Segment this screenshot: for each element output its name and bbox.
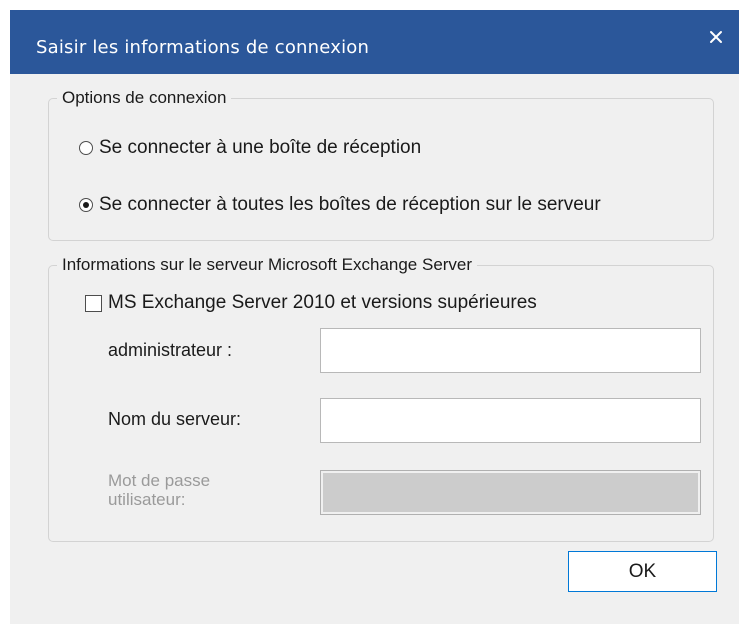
- connection-options-group: Options de connexion: [48, 87, 714, 241]
- password-input[interactable]: [320, 470, 701, 515]
- exchange-2010-checkbox[interactable]: [85, 294, 102, 312]
- radio-all-mailboxes-circle[interactable]: [79, 198, 93, 212]
- password-label: Mot de passe utilisateur:: [108, 471, 211, 509]
- radio-all-mailboxes-label: Se connecter à toutes les boîtes de réce…: [99, 194, 601, 215]
- exchange-2010-checkbox-row[interactable]: MS Exchange Server 2010 et versions supé…: [85, 292, 537, 314]
- exchange-2010-checkbox-label: MS Exchange Server 2010 et versions supé…: [108, 292, 537, 313]
- admin-input[interactable]: [320, 328, 701, 373]
- close-icon: [710, 31, 722, 43]
- exchange-server-legend: Informations sur le serveur Microsoft Ex…: [57, 254, 478, 276]
- dialog-title: Saisir les informations de connexion: [36, 37, 370, 58]
- dialog-titlebar: Saisir les informations de connexion: [10, 10, 739, 74]
- server-name-label: Nom du serveur:: [108, 409, 242, 429]
- ok-button[interactable]: OK: [568, 551, 717, 592]
- connection-options-legend: Options de connexion: [57, 87, 232, 109]
- connection-dialog: Saisir les informations de connexion Opt…: [10, 10, 739, 624]
- radio-all-mailboxes[interactable]: Se connecter à toutes les boîtes de réce…: [79, 194, 601, 216]
- close-button[interactable]: [699, 20, 733, 54]
- radio-single-mailbox-label: Se connecter à une boîte de réception: [99, 137, 422, 158]
- server-name-input[interactable]: [320, 398, 701, 443]
- radio-single-mailbox-circle[interactable]: [79, 141, 93, 155]
- admin-label: administrateur :: [108, 340, 233, 360]
- radio-single-mailbox[interactable]: Se connecter à une boîte de réception: [79, 137, 421, 159]
